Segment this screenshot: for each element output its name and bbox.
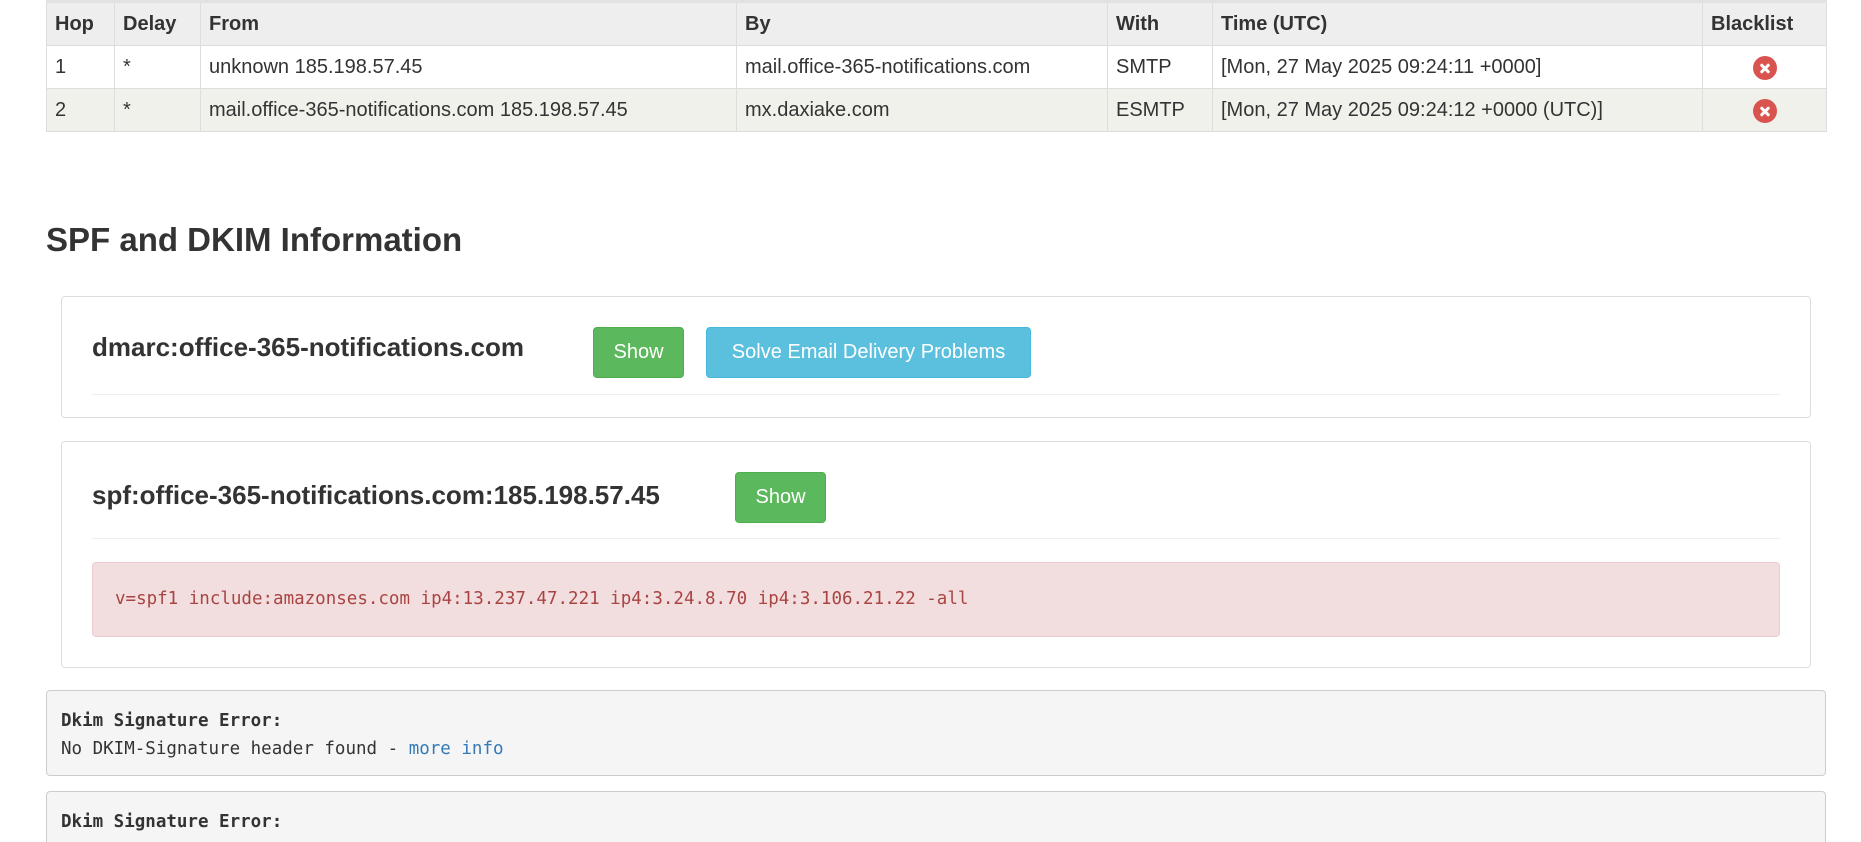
dmarc-panel-header: dmarc:office-365-notifications.com Show …	[92, 297, 1780, 395]
cell-blacklist	[1702, 45, 1827, 89]
table-row: 1 * unknown 185.198.57.45 mail.office-36…	[46, 45, 1827, 89]
cell-from: mail.office-365-notifications.com 185.19…	[200, 88, 737, 132]
section-title: SPF and DKIM Information	[46, 221, 463, 258]
blacklist-error-icon[interactable]	[1752, 56, 1777, 80]
spf-title: spf:office-365-notifications.com:185.198…	[92, 480, 660, 510]
cell-time: [Mon, 27 May 2025 09:24:11 +0000]	[1212, 45, 1703, 89]
dmarc-title: dmarc:office-365-notifications.com	[92, 332, 524, 362]
solve-delivery-problems-button[interactable]: Solve Email Delivery Problems	[706, 327, 1031, 378]
cell-time: [Mon, 27 May 2025 09:24:12 +0000 (UTC)]	[1212, 88, 1703, 132]
cell-with: SMTP	[1107, 45, 1213, 89]
dkim-error-message-line: No DKIM-Signature header found - more in…	[61, 735, 1811, 763]
cell-by: mx.daxiake.com	[736, 88, 1108, 132]
header-delay: Delay	[114, 0, 201, 46]
spf-panel: spf:office-365-notifications.com:185.198…	[61, 441, 1811, 668]
header-with: With	[1107, 0, 1213, 46]
dkim-error-block: Dkim Signature Error:	[46, 791, 1826, 842]
cell-from: unknown 185.198.57.45	[200, 45, 737, 89]
cell-hop: 1	[46, 45, 115, 89]
dkim-error-message: No DKIM-Signature header found -	[61, 739, 409, 759]
header-from: From	[200, 0, 737, 46]
cell-by: mail.office-365-notifications.com	[736, 45, 1108, 89]
cell-delay: *	[114, 88, 201, 132]
more-info-link[interactable]: more info	[409, 739, 504, 759]
header-blacklist: Blacklist	[1702, 0, 1827, 46]
dkim-error-label: Dkim Signature Error:	[61, 711, 283, 731]
blacklist-error-icon[interactable]	[1752, 99, 1777, 123]
page: Hop Delay From By With Time (UTC) Blackl…	[0, 0, 1861, 842]
cell-hop: 2	[46, 88, 115, 132]
table-row: 2 * mail.office-365-notifications.com 18…	[46, 88, 1827, 132]
spf-show-button[interactable]: Show	[735, 472, 826, 523]
spf-panel-header: spf:office-365-notifications.com:185.198…	[92, 442, 1780, 539]
table-header-row: Hop Delay From By With Time (UTC) Blackl…	[46, 0, 1827, 46]
cell-with: ESMTP	[1107, 88, 1213, 132]
header-by: By	[736, 0, 1108, 46]
spf-record-alert: v=spf1 include:amazonses.com ip4:13.237.…	[92, 562, 1780, 637]
header-time: Time (UTC)	[1212, 0, 1703, 46]
header-hop: Hop	[46, 0, 115, 46]
hops-table: Hop Delay From By With Time (UTC) Blackl…	[46, 0, 1827, 132]
dmarc-show-button[interactable]: Show	[593, 327, 684, 378]
cell-blacklist	[1702, 88, 1827, 132]
dkim-error-block: Dkim Signature Error: No DKIM-Signature …	[46, 690, 1826, 776]
dkim-error-label: Dkim Signature Error:	[61, 812, 283, 832]
dmarc-panel: dmarc:office-365-notifications.com Show …	[61, 296, 1811, 418]
cell-delay: *	[114, 45, 201, 89]
